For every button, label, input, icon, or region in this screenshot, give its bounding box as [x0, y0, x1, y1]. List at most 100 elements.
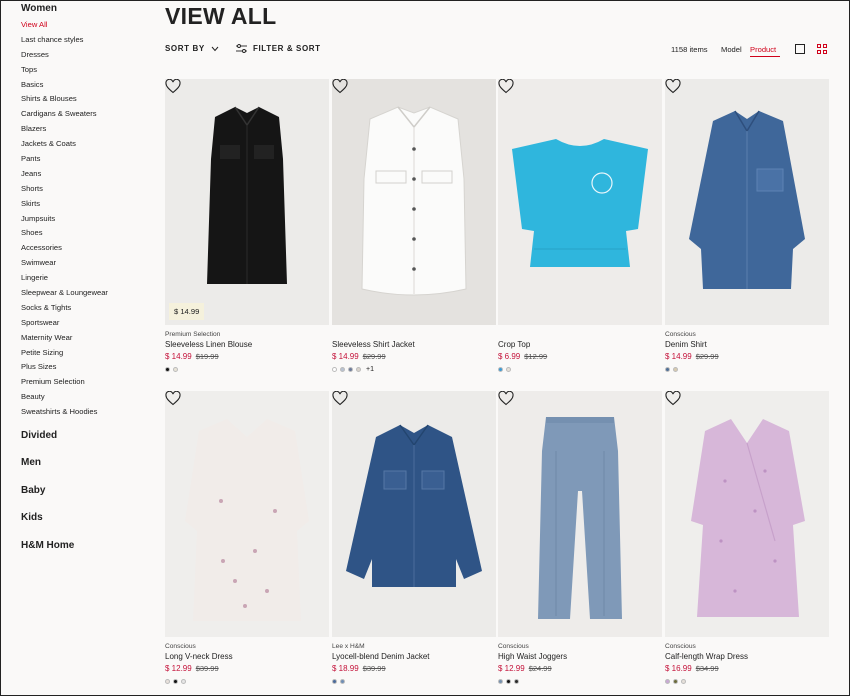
product-image[interactable] [332, 79, 496, 325]
sidebar-item[interactable]: Sportswear [21, 316, 156, 331]
sidebar-item[interactable]: Last chance styles [21, 33, 156, 48]
sidebar-item[interactable]: Basics [21, 78, 156, 93]
product-prices: $ 14.99 $19.99 [165, 351, 329, 363]
sidebar-item[interactable]: Shorts [21, 182, 156, 197]
price-tag: $ 14.99 [169, 303, 205, 320]
sidebar-item[interactable]: Premium Selection [21, 375, 156, 390]
product-prices: $ 16.99 $34.99 [665, 663, 829, 675]
sidebar-item[interactable]: Jumpsuits [21, 212, 156, 227]
color-swatch[interactable] [340, 678, 345, 684]
sidebar-item[interactable]: Cardigans & Sweaters [21, 107, 156, 122]
sidebar-item[interactable]: Sweatshirts & Hoodies [21, 405, 156, 420]
sidebar-item[interactable]: Blazers [21, 122, 156, 137]
product-label: Conscious [498, 643, 529, 650]
heart-icon[interactable] [665, 391, 681, 406]
sidebar-category[interactable]: Baby [21, 484, 156, 511]
sale-price: $ 18.99 [332, 664, 359, 673]
product-image[interactable]: $ 14.99 [165, 79, 329, 325]
sidebar-item[interactable]: Jackets & Coats [21, 137, 156, 152]
product-image[interactable] [498, 79, 662, 325]
product-name[interactable]: Lyocell-blend Denim Jacket [332, 651, 496, 663]
product-meta: Conscious Calf-length Wrap Dress $ 16.99… [665, 642, 829, 686]
heart-icon[interactable] [498, 391, 514, 406]
color-swatch[interactable] [673, 366, 678, 372]
sale-price: $ 12.99 [165, 664, 192, 673]
color-swatch[interactable] [181, 678, 186, 684]
color-swatch[interactable] [506, 366, 511, 372]
sidebar-item[interactable]: Swimwear [21, 256, 156, 271]
sidebar-item[interactable]: Beauty [21, 390, 156, 405]
sidebar-category[interactable]: Kids [21, 511, 156, 538]
color-swatches [165, 676, 329, 686]
grid-view-icon[interactable] [817, 44, 827, 54]
filter-sort-button[interactable]: FILTER & SORT [236, 44, 321, 53]
product-image[interactable] [665, 79, 829, 325]
product-image[interactable] [165, 391, 329, 637]
sidebar-category[interactable]: Men [21, 456, 156, 483]
product-meta: Conscious High Waist Joggers $ 12.99 $24.… [498, 642, 662, 686]
product-image[interactable] [665, 391, 829, 637]
product-name[interactable]: Denim Shirt [665, 339, 829, 351]
heart-icon[interactable] [165, 391, 181, 406]
view-product-toggle[interactable]: Product [750, 45, 776, 54]
product-image[interactable] [332, 391, 496, 637]
color-swatch[interactable] [514, 678, 519, 684]
color-swatch[interactable] [673, 678, 678, 684]
color-swatch[interactable] [665, 366, 670, 372]
color-swatch[interactable] [173, 678, 178, 684]
sidebar-category[interactable]: Divided [21, 429, 156, 456]
product-image[interactable] [498, 391, 662, 637]
product-name[interactable]: Sleeveless Shirt Jacket [332, 339, 496, 351]
color-swatch[interactable] [665, 678, 670, 684]
product-meta: Conscious Long V-neck Dress $ 12.99 $39.9… [165, 642, 329, 686]
single-column-view-icon[interactable] [795, 44, 805, 54]
sidebar-item[interactable]: Maternity Wear [21, 331, 156, 346]
sidebar-item[interactable]: Plus Sizes [21, 360, 156, 375]
product-prices: $ 6.99 $12.99 [498, 351, 662, 363]
color-swatch[interactable] [348, 366, 353, 372]
view-model-toggle[interactable]: Model [721, 45, 742, 54]
sidebar-item[interactable]: Lingerie [21, 271, 156, 286]
sidebar-item[interactable]: Skirts [21, 197, 156, 212]
sidebar-item[interactable]: Sleepwear & Loungewear [21, 286, 156, 301]
color-swatch[interactable] [356, 366, 361, 372]
color-swatch[interactable] [332, 366, 337, 372]
sidebar-category[interactable]: H&M Home [21, 539, 156, 566]
heart-icon[interactable] [165, 79, 181, 94]
heart-icon[interactable] [332, 391, 348, 406]
original-price: $19.99 [195, 352, 219, 361]
heart-icon[interactable] [332, 79, 348, 94]
product-name[interactable]: High Waist Joggers [498, 651, 662, 663]
product-name[interactable]: Crop Top [498, 339, 662, 351]
color-swatch[interactable] [498, 366, 503, 372]
sidebar-item[interactable]: Dresses [21, 48, 156, 63]
product-name[interactable]: Sleeveless Linen Blouse [165, 339, 329, 351]
color-swatch[interactable] [498, 678, 503, 684]
product-name[interactable]: Calf-length Wrap Dress [665, 651, 829, 663]
product-label [498, 330, 662, 339]
sidebar-item[interactable]: Accessories [21, 241, 156, 256]
sidebar-item[interactable]: Tops [21, 63, 156, 78]
more-colors[interactable]: +1 [366, 366, 374, 373]
sidebar-item[interactable]: View All [21, 18, 156, 33]
color-swatch[interactable] [506, 678, 511, 684]
heart-icon[interactable] [665, 79, 681, 94]
sidebar-item[interactable]: Petite Sizing [21, 346, 156, 361]
color-swatch[interactable] [332, 678, 337, 684]
sort-by-button[interactable]: SORT BY [165, 44, 219, 53]
color-swatch[interactable] [165, 678, 170, 684]
original-price: $39.99 [195, 664, 219, 673]
product-name[interactable]: Long V-neck Dress [165, 651, 329, 663]
sidebar-item[interactable]: Shirts & Blouses [21, 92, 156, 107]
color-swatch[interactable] [165, 366, 170, 372]
color-swatch[interactable] [681, 678, 686, 684]
color-swatch[interactable] [340, 366, 345, 372]
color-swatch[interactable] [173, 366, 178, 372]
sidebar-item[interactable]: Jeans [21, 167, 156, 182]
original-price: $29.99 [362, 352, 386, 361]
sidebar-item[interactable]: Socks & Tights [21, 301, 156, 316]
heart-icon[interactable] [498, 79, 514, 94]
sidebar-item[interactable]: Pants [21, 152, 156, 167]
sidebar-title[interactable]: Women [21, 3, 156, 18]
sidebar-item[interactable]: Shoes [21, 226, 156, 241]
